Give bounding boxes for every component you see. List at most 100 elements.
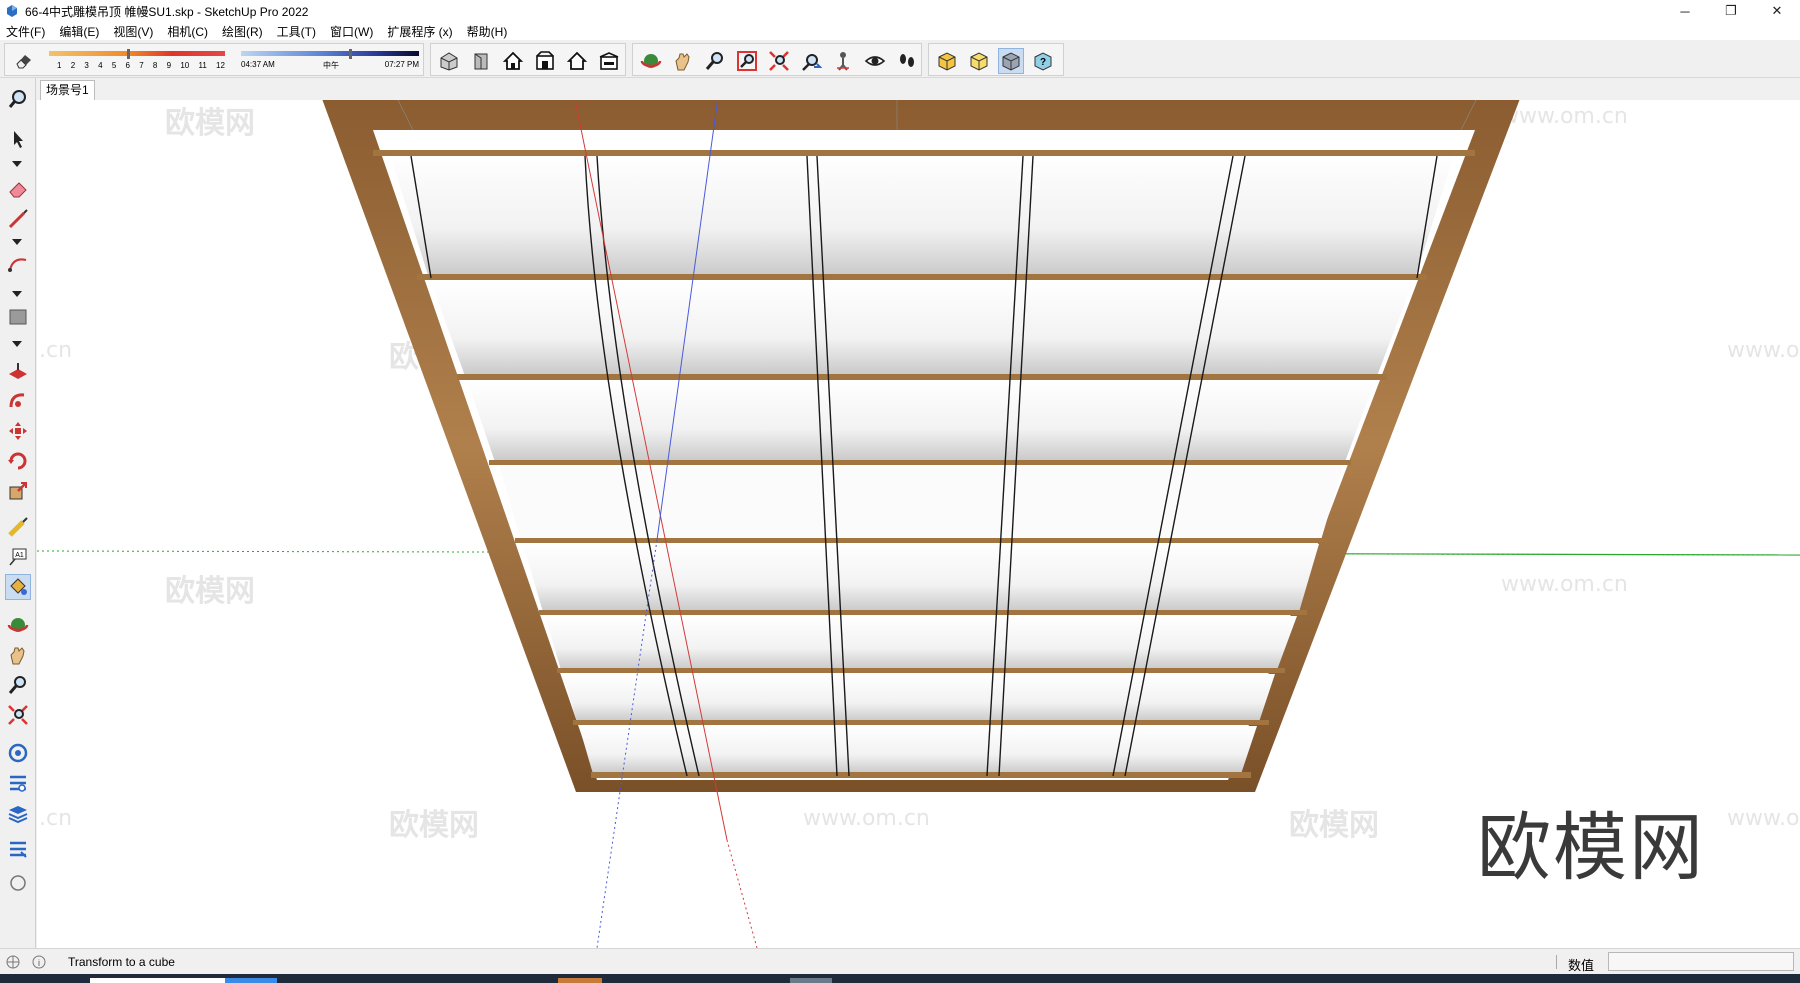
pan-icon[interactable] xyxy=(5,642,31,668)
help-icon[interactable] xyxy=(5,870,31,896)
front-view-icon[interactable] xyxy=(500,48,526,74)
month-tick: 5 xyxy=(111,61,117,70)
sketchup-logo-icon xyxy=(7,5,17,17)
walk-icon[interactable] xyxy=(894,48,920,74)
time-noon-label: 中午 xyxy=(323,61,339,70)
chevron-down-icon[interactable] xyxy=(12,160,22,168)
menu-edit[interactable]: 编辑(E) xyxy=(59,23,99,40)
rectangle-icon[interactable] xyxy=(5,304,31,330)
warehouse-icon[interactable] xyxy=(5,740,31,766)
camera-toolbar xyxy=(632,43,922,76)
iso-view-icon[interactable] xyxy=(436,48,462,74)
menu-tools[interactable]: 工具(T) xyxy=(277,23,316,40)
time-slider[interactable]: 04:37 AM 中午 07:27 PM xyxy=(241,47,419,73)
month-tick: 3 xyxy=(84,61,89,70)
orbit-icon[interactable] xyxy=(638,48,664,74)
month-tick: 11 xyxy=(198,61,207,70)
eraser-icon[interactable] xyxy=(5,176,31,202)
window-title: 66-4中式雕模吊顶 帷幔SU1.skp - SketchUp Pro 2022 xyxy=(25,4,309,19)
chevron-down-icon[interactable] xyxy=(12,238,22,246)
wireframe-style-icon[interactable] xyxy=(998,48,1024,74)
pan-icon[interactable] xyxy=(670,48,696,74)
month-tick: 1 xyxy=(57,61,62,70)
menu-view[interactable]: 视图(V) xyxy=(113,23,153,40)
menu-camera[interactable]: 相机(C) xyxy=(167,23,208,40)
time-end-label: 07:27 PM xyxy=(384,60,419,69)
previous-view-icon[interactable] xyxy=(798,48,824,74)
text-icon[interactable]: A1 xyxy=(5,544,31,570)
close-button[interactable]: ✕ xyxy=(1754,0,1800,22)
scale-icon[interactable] xyxy=(5,478,31,504)
top-view-icon[interactable] xyxy=(468,48,494,74)
rotate-icon[interactable] xyxy=(5,448,31,474)
eraser-icon[interactable] xyxy=(11,48,37,74)
scene-tab-1[interactable]: 场景号1 xyxy=(40,80,95,100)
shadow-toolbar: 1 2 3 4 5 6 7 8 9 10 11 12 04:37 AM 中午 0… xyxy=(4,43,424,76)
zoom-icon[interactable] xyxy=(5,86,31,112)
back-edges-style-icon[interactable] xyxy=(966,48,992,74)
menu-extensions[interactable]: 扩展程序 (x) xyxy=(387,23,452,40)
month-tick: 2 xyxy=(70,61,76,70)
watermark-logo: 欧模网 xyxy=(1477,805,1705,891)
time-start-label: 04:37 AM xyxy=(241,60,275,69)
os-taskbar xyxy=(0,974,1800,983)
chevron-down-icon[interactable] xyxy=(12,340,22,348)
zoom-extents-icon[interactable] xyxy=(766,48,792,74)
layers-icon[interactable] xyxy=(5,800,31,826)
orbit-icon[interactable] xyxy=(5,612,31,638)
move-icon[interactable] xyxy=(5,418,31,444)
month-slider[interactable]: 1 2 3 4 5 6 7 8 9 10 11 12 xyxy=(49,47,225,73)
zoom-extents-icon[interactable] xyxy=(5,702,31,728)
line-icon[interactable] xyxy=(5,206,31,232)
model-viewport[interactable]: 欧模网 www.om.cn 欧模网 www.om.cn .cn 欧模网 www.… xyxy=(37,100,1800,948)
status-bar: i Transform to a cube 数值 xyxy=(0,948,1800,974)
month-tick: 9 xyxy=(166,61,172,70)
menu-file[interactable]: 文件(F) xyxy=(6,23,45,40)
geo-location-icon[interactable] xyxy=(6,955,20,969)
xray-style-icon[interactable] xyxy=(934,48,960,74)
right-view-icon[interactable] xyxy=(532,48,558,74)
select-icon[interactable] xyxy=(5,126,31,152)
menu-draw[interactable]: 绘图(R) xyxy=(222,23,263,40)
follow-me-icon[interactable] xyxy=(5,388,31,414)
zoom-icon[interactable] xyxy=(5,672,31,698)
scene-tabs: 场景号1 xyxy=(36,78,1800,100)
arc-icon[interactable] xyxy=(5,252,31,278)
styles-toolbar: ? xyxy=(928,43,1064,76)
menu-window[interactable]: 窗口(W) xyxy=(330,23,373,40)
title-bar: 66-4中式雕模吊顶 帷幔SU1.skp - SketchUp Pro 2022… xyxy=(0,0,1800,22)
info-icon[interactable]: i xyxy=(32,955,46,969)
svg-text:i: i xyxy=(38,958,40,968)
svg-text:?: ? xyxy=(1040,57,1046,68)
measurement-input[interactable] xyxy=(1608,952,1794,971)
extension-warehouse-icon[interactable] xyxy=(5,770,31,796)
minimize-button[interactable]: ─ xyxy=(1662,0,1708,22)
month-tick: 10 xyxy=(180,61,190,70)
status-hint: Transform to a cube xyxy=(68,955,175,969)
svg-text:A1: A1 xyxy=(15,552,24,559)
position-camera-icon[interactable] xyxy=(830,48,856,74)
zoom-window-icon[interactable] xyxy=(734,48,760,74)
divider xyxy=(1556,955,1557,969)
main-toolbar: 1 2 3 4 5 6 7 8 9 10 11 12 04:37 AM 中午 0… xyxy=(0,40,1800,78)
month-tick: 7 xyxy=(139,61,144,70)
month-tick: 12 xyxy=(216,61,225,70)
views-toolbar xyxy=(430,43,626,76)
tape-measure-icon[interactable] xyxy=(5,514,31,540)
look-around-icon[interactable] xyxy=(862,48,888,74)
zoom-icon[interactable] xyxy=(702,48,728,74)
back-view-icon[interactable] xyxy=(564,48,590,74)
menu-bar: 文件(F) 编辑(E) 视图(V) 相机(C) 绘图(R) 工具(T) 窗口(W… xyxy=(0,22,1800,40)
chevron-down-icon[interactable] xyxy=(12,290,22,298)
menu-help[interactable]: 帮助(H) xyxy=(467,23,508,40)
month-tick: 8 xyxy=(152,61,158,70)
push-pull-icon[interactable] xyxy=(5,358,31,384)
month-tick: 6 xyxy=(125,61,130,70)
left-view-icon[interactable] xyxy=(596,48,622,74)
left-toolbar: A1 xyxy=(0,78,36,948)
paint-bucket-icon[interactable] xyxy=(5,574,31,600)
restore-button[interactable]: ❐ xyxy=(1708,0,1754,22)
extension-manager-icon[interactable] xyxy=(5,836,31,862)
help-cube-icon[interactable]: ? xyxy=(1030,48,1056,74)
measurement-label: 数值 xyxy=(1568,958,1595,973)
